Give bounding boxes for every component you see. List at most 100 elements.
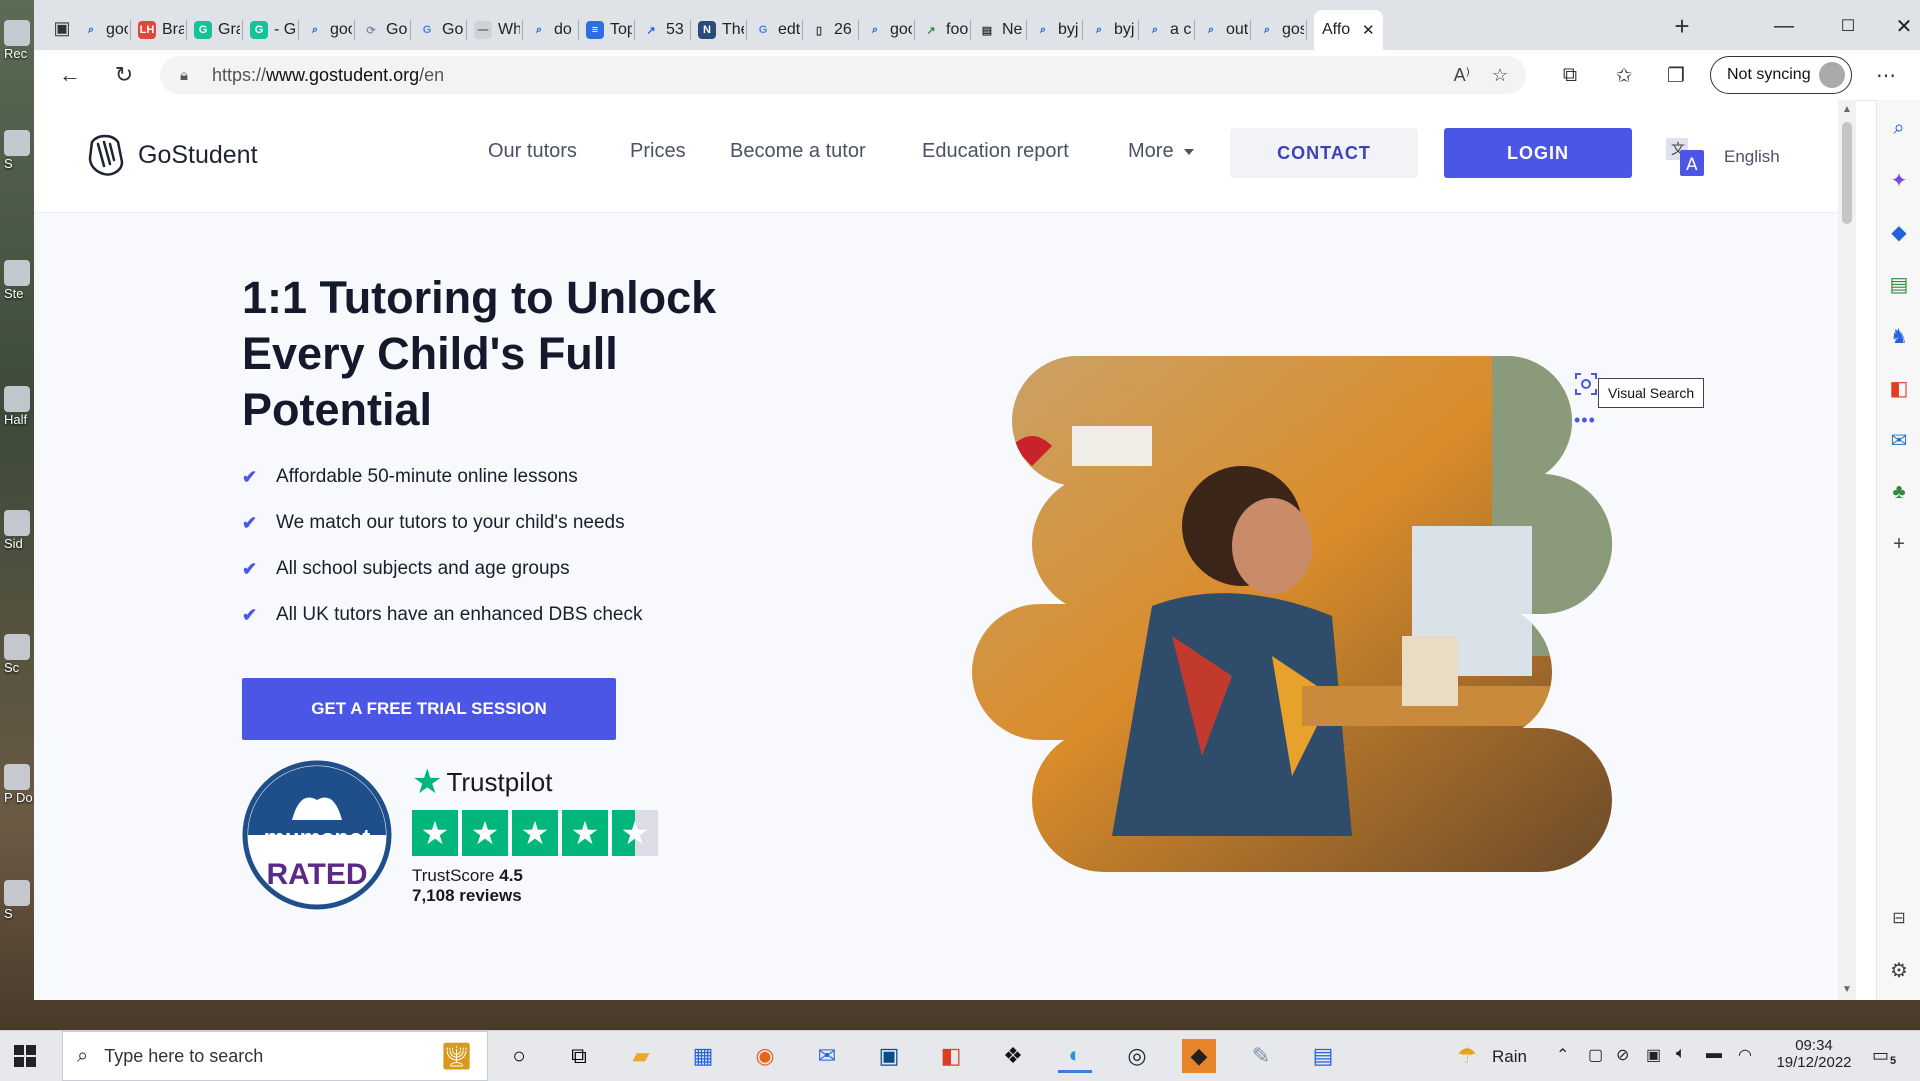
site-logo[interactable]: GoStudent — [84, 132, 258, 178]
desktop-icon[interactable]: P Do — [4, 764, 33, 808]
tab[interactable]: ⌕ byj — [1090, 10, 1139, 50]
edge-icon[interactable]: ◐ — [1058, 1039, 1092, 1073]
visual-search-more-icon[interactable]: ••• — [1574, 410, 1596, 431]
weather-label[interactable]: Rain — [1492, 1047, 1527, 1067]
clock[interactable]: 09:34 19/12/2022 — [1772, 1037, 1856, 1071]
notifications-icon[interactable]: ▭ — [1872, 1045, 1889, 1066]
tab[interactable]: ⌕ a c — [1146, 10, 1195, 50]
nav-become-a-tutor[interactable]: Become a tutor — [730, 140, 866, 163]
more-options-icon[interactable]: ⋯ — [1870, 59, 1902, 91]
trustpilot-widget[interactable]: ★ Trustpilot ★ ★ ★ ★ ★ TrustScore 4.5 7,10… — [412, 762, 672, 906]
cortana-icon[interactable]: ○ — [502, 1039, 536, 1073]
language-selector[interactable]: 文 A English — [1666, 138, 1780, 176]
free-trial-button[interactable]: GET A FREE TRIAL SESSION — [242, 678, 616, 740]
tab[interactable]: ⌕ do — [530, 10, 579, 50]
new-tab-icon[interactable]: + — [1666, 10, 1698, 42]
login-button[interactable]: LOGIN — [1444, 128, 1632, 178]
desktop-icon[interactable]: Sid — [4, 510, 32, 554]
tab[interactable]: Gedt — [754, 10, 803, 50]
windows-start-icon[interactable] — [14, 1045, 36, 1067]
word-icon[interactable]: ▤ — [1306, 1039, 1340, 1073]
maximize-icon[interactable]: ☐ — [1828, 12, 1868, 40]
firefox-icon[interactable]: ◉ — [748, 1039, 782, 1073]
tab[interactable]: G Gra — [194, 10, 243, 50]
tray-overflow-icon[interactable]: ⌃ — [1556, 1045, 1569, 1065]
store-icon[interactable]: ▦ — [686, 1039, 720, 1073]
address-bar[interactable]: 🔒︎ https://www.gostudent.org/en A⁾ ☆ — [160, 56, 1526, 94]
collections-icon[interactable]: ❐ — [1660, 59, 1692, 91]
scrollbar-thumb[interactable] — [1842, 122, 1852, 224]
file-explorer-icon[interactable]: ▰ — [624, 1039, 658, 1073]
tab[interactable]: ⌕ gos — [1258, 10, 1307, 50]
wifi-icon[interactable]: ◠ — [1738, 1045, 1752, 1065]
tab[interactable]: ↗ foo — [922, 10, 971, 50]
minimize-icon[interactable]: — — [1764, 12, 1804, 40]
favorites-icon[interactable]: ✩ — [1608, 59, 1640, 91]
task-view-icon[interactable]: ⧉ — [562, 1039, 596, 1073]
desktop-icon[interactable]: S — [4, 880, 32, 924]
tab[interactable]: LH Bra — [138, 10, 187, 50]
nav-more-dropdown[interactable]: More — [1128, 140, 1194, 163]
nav-prices[interactable]: Prices — [630, 140, 686, 163]
tab-actions-icon[interactable]: ▣ — [46, 12, 78, 44]
tab-active[interactable]: Affo ✕ — [1314, 10, 1383, 50]
desktop-icon[interactable]: Rec — [4, 20, 32, 64]
tree-icon[interactable]: ♣ — [1885, 478, 1913, 506]
search-icon[interactable]: ⌕ — [1885, 114, 1913, 142]
hide-sidebar-icon[interactable]: ⊟ — [1885, 904, 1913, 932]
shopping-tag-icon[interactable]: ◆ — [1885, 218, 1913, 246]
mail-icon[interactable]: ✉ — [810, 1039, 844, 1073]
refresh-icon[interactable]: ↻ — [108, 59, 140, 91]
desktop-icon[interactable]: S — [4, 130, 32, 174]
tab[interactable]: G- G — [250, 10, 299, 50]
add-sidebar-app-icon[interactable]: + — [1885, 530, 1913, 558]
steam-icon[interactable]: ◎ — [1120, 1039, 1154, 1073]
visual-search-icon[interactable] — [1574, 372, 1598, 396]
tab[interactable]: ▯ 26 — [810, 10, 859, 50]
desktop-icon[interactable]: Half — [4, 386, 32, 430]
lock-icon[interactable]: 🔒︎ — [180, 67, 198, 84]
weather-icon[interactable]: ☂ — [1450, 1039, 1484, 1073]
tray-display-icon[interactable]: ▣ — [1646, 1045, 1661, 1065]
tab[interactable]: ▤ Ne — [978, 10, 1027, 50]
tab[interactable]: ⟳ Go — [362, 10, 411, 50]
page-scrollbar[interactable]: ▲ ▼ — [1838, 100, 1856, 1000]
tab[interactable]: N The — [698, 10, 747, 50]
scroll-down-icon[interactable]: ▼ — [1842, 984, 1852, 995]
desktop-icon[interactable]: Ste — [4, 260, 32, 304]
tab[interactable]: ⌕ goo — [306, 10, 355, 50]
games-icon[interactable]: ♞ — [1885, 322, 1913, 350]
app-icon[interactable]: ▣ — [872, 1039, 906, 1073]
battery-icon[interactable]: ▬ — [1706, 1045, 1722, 1063]
taskbar-search-box[interactable]: ⌕ Type here to search 🕎︎ — [62, 1031, 488, 1081]
tab[interactable]: ≡ Top — [586, 10, 635, 50]
volume-icon[interactable]: 🔈︎ — [1676, 1045, 1686, 1063]
tab[interactable]: G Go — [418, 10, 467, 50]
game-launcher-icon[interactable]: ◆ — [1182, 1039, 1216, 1073]
sidebar-settings-icon[interactable]: ⚙ — [1885, 956, 1913, 984]
contact-button[interactable]: CONTACT — [1230, 128, 1418, 178]
add-favorite-icon[interactable]: ☆ — [1492, 65, 1508, 86]
tray-security-icon[interactable]: ⊘ — [1616, 1045, 1629, 1065]
tab[interactable]: ⌕ byj — [1034, 10, 1083, 50]
paint-icon[interactable]: ✎ — [1244, 1039, 1278, 1073]
dropbox-icon[interactable]: ❖ — [996, 1039, 1030, 1073]
tab[interactable]: ⌕ out — [1202, 10, 1251, 50]
tab[interactable]: ⌕ goo — [82, 10, 131, 50]
tab[interactable]: ↗ 53 — [642, 10, 691, 50]
read-aloud-icon[interactable]: A⁾ — [1454, 65, 1470, 86]
outlook-icon[interactable]: ✉ — [1885, 426, 1913, 454]
tab[interactable]: — Wh — [474, 10, 523, 50]
tab[interactable]: ⌕ goo — [866, 10, 915, 50]
copilot-sparkle-icon[interactable]: ✦ — [1885, 166, 1913, 194]
close-tab-icon[interactable]: ✕ — [1362, 21, 1375, 39]
office-icon[interactable]: ◧ — [934, 1039, 968, 1073]
back-icon[interactable]: ← — [54, 59, 86, 91]
profile-sync-button[interactable]: Not syncing — [1710, 56, 1852, 94]
tray-device-icon[interactable]: ▢ — [1588, 1045, 1603, 1065]
tools-icon[interactable]: ▤ — [1885, 270, 1913, 298]
office-icon[interactable]: ◧ — [1885, 374, 1913, 402]
desktop-icon[interactable]: Sc — [4, 634, 32, 678]
extensions-icon[interactable]: ⧉ — [1554, 59, 1586, 91]
nav-our-tutors[interactable]: Our tutors — [488, 140, 577, 163]
